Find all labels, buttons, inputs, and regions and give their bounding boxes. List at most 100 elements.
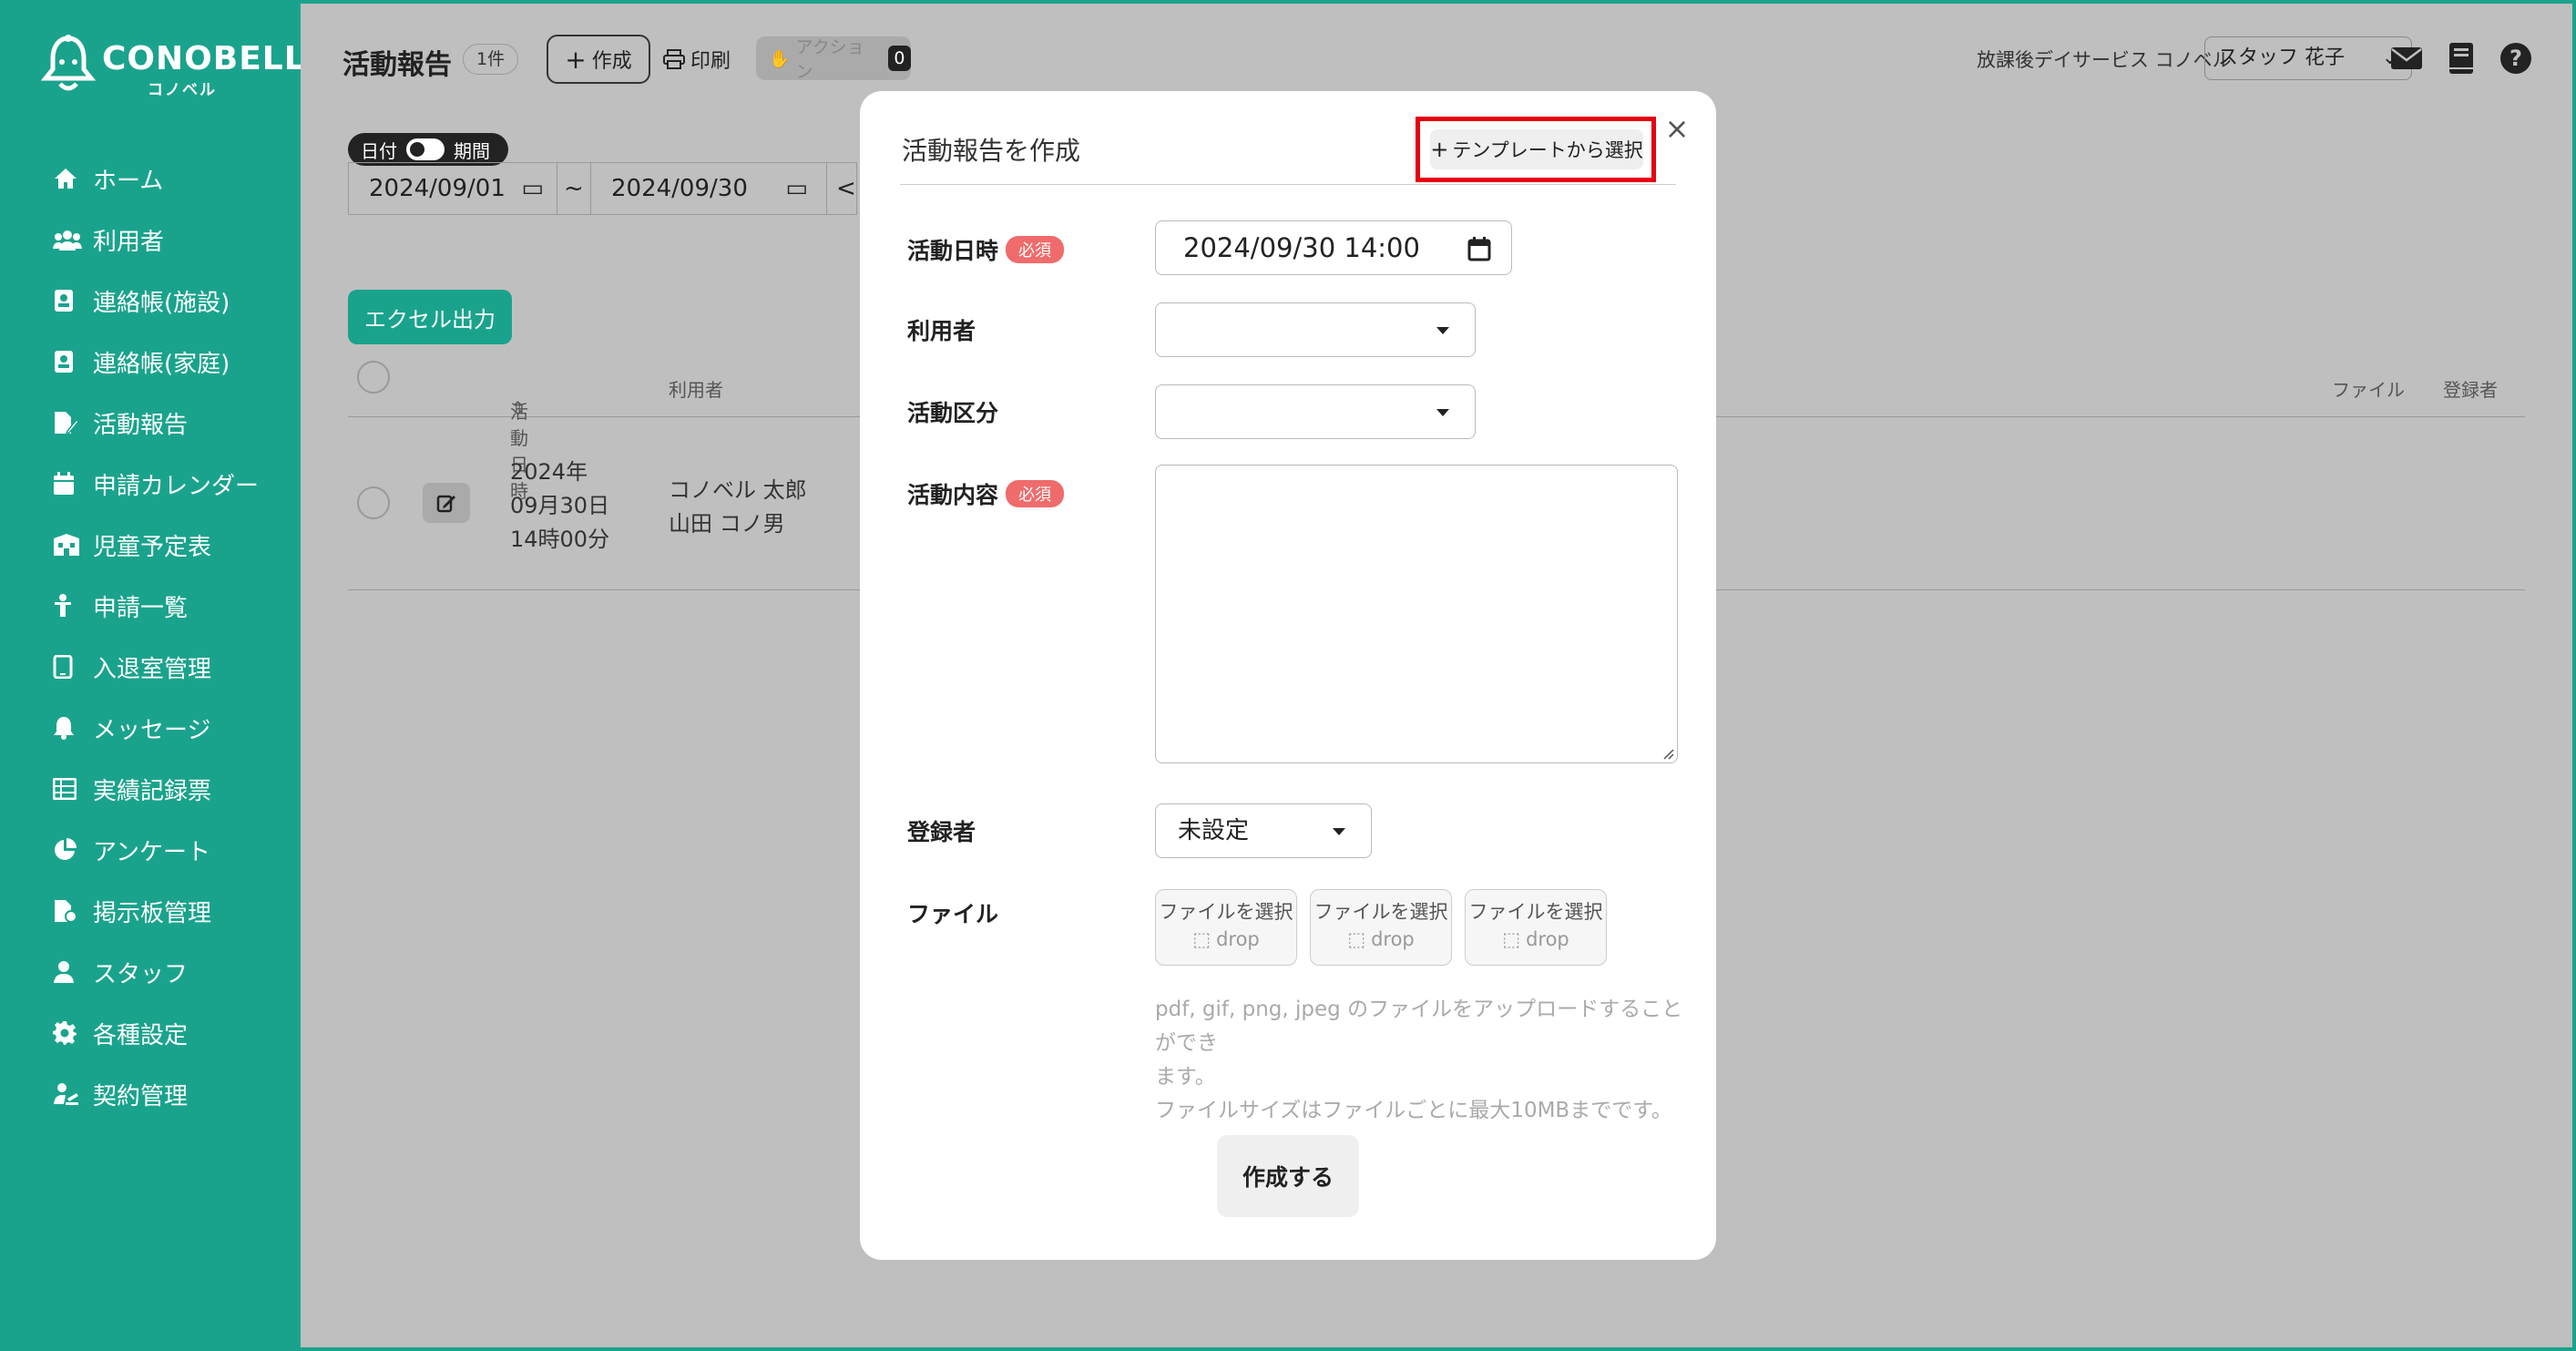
create-button[interactable]: + 作成 <box>547 35 650 84</box>
staff-select-value: スタッフ 花子 <box>2218 46 2345 69</box>
date-separator: ~ <box>557 162 591 215</box>
caret-down-icon <box>1436 409 1449 416</box>
sidebar-item-label: 各種設定 <box>93 1021 189 1049</box>
registrant-select[interactable]: 未設定 <box>1155 803 1372 858</box>
row-checkbox[interactable] <box>357 486 390 519</box>
bell-logo-icon <box>40 35 97 91</box>
svg-text:?: ? <box>2510 46 2522 71</box>
sidebar-item-calendar[interactable]: 申請カレンダー <box>53 466 259 502</box>
sidebar-item-label: 掲示板管理 <box>93 899 212 927</box>
sidebar-item-contact-home[interactable]: 連絡帳(家庭) <box>53 343 230 380</box>
sidebar-item-label: 活動報告 <box>93 411 189 439</box>
action-button-label: アクション <box>795 37 864 82</box>
sort-icon: ⇕ <box>510 397 526 419</box>
calendar-icon <box>53 470 84 497</box>
sidebar-item-messages[interactable]: メッセージ <box>53 710 210 746</box>
bell-icon <box>53 714 84 742</box>
bulletin-icon <box>53 897 84 925</box>
registrant-label: 登録者 <box>907 819 976 845</box>
brand-logo[interactable]: CONOBELL コノベル <box>40 35 305 99</box>
category-label: 活動区分 <box>907 400 999 426</box>
category-select[interactable] <box>1155 384 1476 439</box>
file-upload-hint: pdf, gif, png, jpeg のファイルをアップロードすることができ … <box>1155 998 1683 1122</box>
date-from-input[interactable]: 2024/09/01 ▭ <box>348 162 557 215</box>
excel-export-button[interactable]: エクセル出力 <box>348 290 512 344</box>
select-from-template-button[interactable]: + テンプレートから選択 <box>1430 129 1643 169</box>
resize-handle-icon[interactable] <box>1661 747 1674 760</box>
gear-icon <box>53 1019 84 1047</box>
sidebar-item-label: ホーム <box>93 167 164 195</box>
plus-icon: + <box>565 44 587 75</box>
date-to-input[interactable]: 2024/09/30 ▭ <box>590 162 827 215</box>
sidebar-item-label: アンケート <box>93 838 210 866</box>
sidebar-item-users[interactable]: 利用者 <box>53 221 164 258</box>
mail-icon[interactable] <box>2390 42 2423 75</box>
sidebar-item-home[interactable]: ホーム <box>53 160 163 197</box>
datetime-label: 活動日時 必須 <box>907 233 1065 266</box>
file-label: ファイル <box>907 901 999 927</box>
sidebar-item-survey[interactable]: アンケート <box>53 832 210 868</box>
drop-icon: ⬚ <box>1502 928 1521 950</box>
date-to-value: 2024/09/30 <box>611 175 748 202</box>
submit-button[interactable]: 作成する <box>1217 1135 1359 1217</box>
hand-icon: ✋ <box>769 48 791 69</box>
users-icon <box>53 226 84 253</box>
user-select[interactable] <box>1155 302 1476 357</box>
person-icon <box>53 958 84 986</box>
select-all-checkbox[interactable] <box>357 361 390 394</box>
toggle-right-label: 期間 <box>454 139 490 162</box>
sidebar: CONOBELL コノベル ホーム 利用者 連絡帳(施設) 連絡帳(家庭) 活動… <box>0 0 305 1351</box>
sidebar-item-label: スタッフ <box>93 960 189 988</box>
facility-name: 放課後デイサービス コノベル <box>1977 49 2232 71</box>
file-upload-slot[interactable]: ファイルを選択 ⬚ drop <box>1310 889 1452 966</box>
contract-icon <box>53 1080 84 1108</box>
create-report-modal: 活動報告を作成 + テンプレートから選択 × 活動日時 必須 2024/09/3… <box>860 91 1716 1260</box>
action-button[interactable]: ✋ アクション 0 <box>756 36 911 82</box>
calendar-icon: ▭ <box>785 175 808 202</box>
caret-down-icon <box>1436 327 1449 334</box>
sidebar-item-bulletin[interactable]: 掲示板管理 <box>53 893 211 929</box>
help-icon[interactable]: ? <box>2499 42 2532 75</box>
sidebar-item-contracts[interactable]: 契約管理 <box>53 1076 188 1112</box>
toggle-left-label: 日付 <box>361 139 397 162</box>
registrant-select-value: 未設定 <box>1178 817 1250 844</box>
plus-icon: + <box>1430 137 1449 162</box>
sidebar-item-settings[interactable]: 各種設定 <box>53 1015 188 1051</box>
manual-book-icon[interactable] <box>2445 42 2478 75</box>
required-badge: 必須 <box>1006 480 1065 507</box>
sidebar-item-label: 入退室管理 <box>93 655 212 683</box>
child-icon <box>53 592 84 619</box>
column-header-file: ファイル <box>2332 379 2405 401</box>
template-button-label: テンプレートから選択 <box>1452 139 1643 161</box>
sidebar-item-child-schedule[interactable]: 児童予定表 <box>53 527 211 563</box>
sidebar-item-staff[interactable]: スタッフ <box>53 954 188 990</box>
sidebar-item-label: 実績記録票 <box>93 777 212 805</box>
sidebar-item-applications[interactable]: 申請一覧 <box>53 588 188 624</box>
file-upload-slot[interactable]: ファイルを選択 ⬚ drop <box>1155 889 1297 966</box>
page-title: 活動報告 <box>342 49 452 81</box>
sidebar-item-contact-facility[interactable]: 連絡帳(施設) <box>53 282 230 319</box>
print-button-label: 印刷 <box>690 50 731 73</box>
report-edit-icon <box>53 409 84 436</box>
edit-icon <box>436 495 455 513</box>
content-label: 活動内容 必須 <box>907 477 1065 510</box>
datetime-input[interactable]: 2024/09/30 14:00 <box>1155 220 1512 275</box>
prev-period-button[interactable]: < <box>826 162 857 215</box>
sidebar-item-label: 連絡帳(家庭) <box>93 350 230 378</box>
close-icon[interactable]: × <box>1663 114 1691 143</box>
sidebar-item-label: 申請カレンダー <box>93 472 260 500</box>
toggle-switch[interactable] <box>406 138 445 160</box>
sidebar-item-label: 連絡帳(施設) <box>93 289 230 317</box>
sidebar-item-records[interactable]: 実績記録票 <box>53 771 211 807</box>
staff-select[interactable]: スタッフ 花子 ⌄ <box>2204 36 2412 80</box>
date-mode-toggle[interactable]: 日付 期間 <box>348 133 508 166</box>
modal-title: 活動報告を作成 <box>902 136 1081 166</box>
calendar-icon[interactable] <box>1467 236 1491 261</box>
edit-button[interactable] <box>423 483 470 523</box>
file-upload-slot[interactable]: ファイルを選択 ⬚ drop <box>1465 889 1607 966</box>
sidebar-item-entry-exit[interactable]: 入退室管理 <box>53 649 211 685</box>
sidebar-item-activity-report[interactable]: 活動報告 <box>53 404 188 441</box>
print-button[interactable]: 印刷 <box>663 38 731 80</box>
row-users: コノベル 太郎 山田 コノ男 <box>669 477 807 537</box>
content-textarea[interactable] <box>1155 465 1678 763</box>
